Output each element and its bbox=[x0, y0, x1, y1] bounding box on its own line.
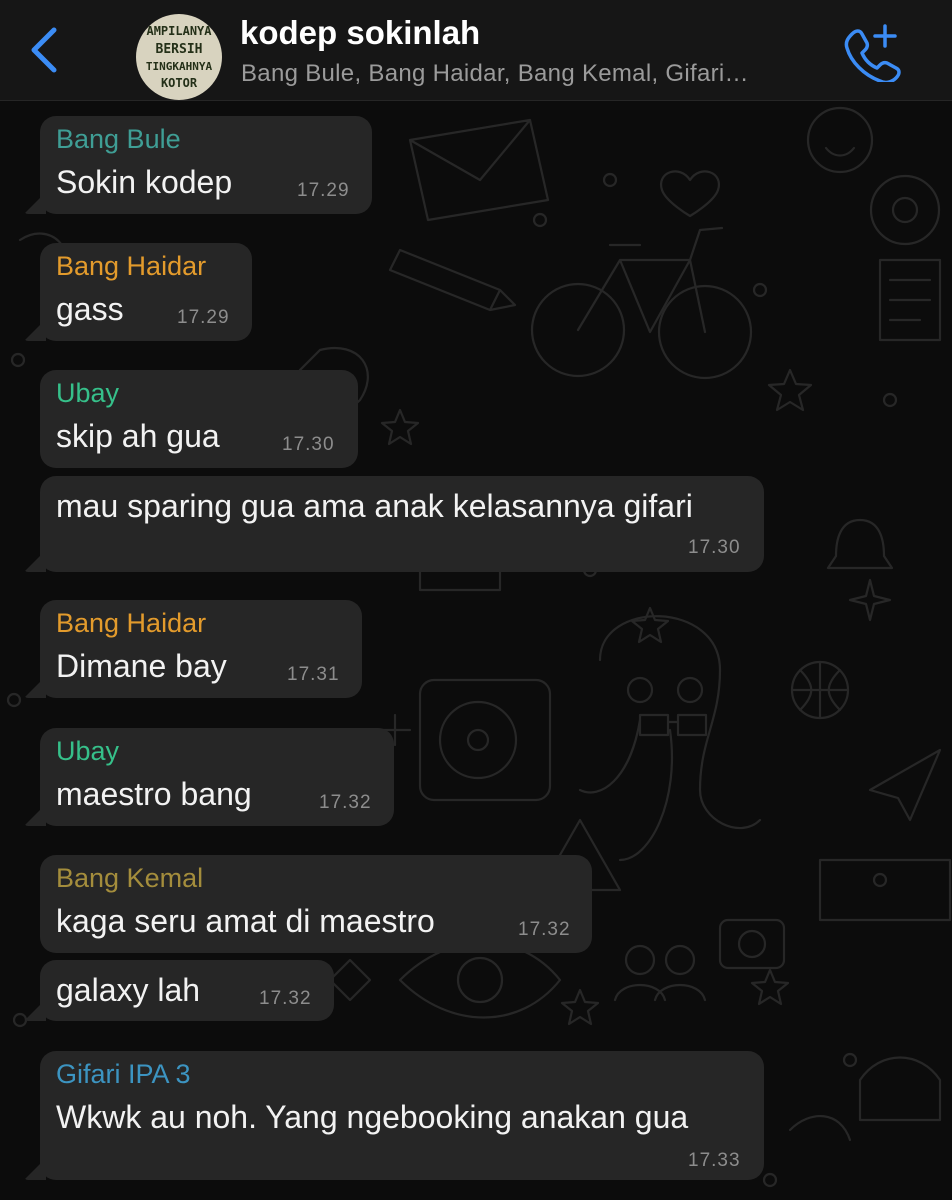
message-bubble[interactable]: Ubay skip ah gua 17.30 bbox=[40, 370, 358, 468]
message-bubble[interactable]: Bang Kemal kaga seru amat di maestro 17.… bbox=[40, 855, 592, 953]
message-time: 17.32 bbox=[319, 792, 372, 813]
avatar-text-line: BERSIH bbox=[155, 42, 203, 57]
message-bubble[interactable]: Bang Bule Sokin kodep 17.29 bbox=[40, 116, 372, 214]
message-time: 17.33 bbox=[688, 1150, 741, 1171]
chat-header: AMPILANYA BERSIH TINGKAHNYA KOTOR kodep … bbox=[0, 0, 952, 101]
message-time: 17.30 bbox=[688, 537, 741, 558]
message-sender: Ubay bbox=[56, 736, 120, 766]
message-sender: Ubay bbox=[56, 378, 120, 408]
chat-title[interactable]: kodep sokinlah bbox=[240, 14, 480, 52]
message-sender: Bang Haidar bbox=[56, 251, 207, 281]
message-bubble[interactable]: Bang Haidar Dimane bay 17.31 bbox=[40, 600, 362, 698]
message-sender: Bang Kemal bbox=[56, 863, 204, 893]
message-time: 17.32 bbox=[259, 988, 312, 1009]
message-bubble[interactable]: Ubay maestro bang 17.32 bbox=[40, 728, 394, 826]
message-bubble[interactable]: mau sparing gua ama anak kelasannya gifa… bbox=[40, 476, 764, 572]
avatar-text-line: AMPILANYA bbox=[146, 24, 212, 38]
message-time: 17.32 bbox=[518, 919, 571, 940]
avatar-text-line: TINGKAHNYA bbox=[145, 60, 213, 73]
message-bubble[interactable]: galaxy lah 17.32 bbox=[40, 960, 334, 1021]
group-avatar[interactable]: AMPILANYA BERSIH TINGKAHNYA KOTOR bbox=[136, 14, 222, 100]
message-time: 17.29 bbox=[177, 307, 230, 328]
message-sender: Bang Bule bbox=[56, 124, 181, 154]
message-time: 17.29 bbox=[297, 180, 350, 201]
message-text: gass bbox=[56, 291, 124, 327]
message-sender: Gifari IPA 3 bbox=[56, 1059, 191, 1089]
message-bubble[interactable]: Gifari IPA 3 Wkwk au noh. Yang ngebookin… bbox=[40, 1051, 764, 1180]
message-text: skip ah gua bbox=[56, 418, 220, 454]
add-call-button[interactable] bbox=[842, 22, 902, 85]
message-text: Wkwk au noh. Yang ngebooking anakan gua bbox=[56, 1099, 689, 1135]
message-text: galaxy lah bbox=[56, 972, 201, 1008]
group-members[interactable]: Bang Bule, Bang Haidar, Bang Kemal, Gifa… bbox=[241, 60, 821, 88]
message-text: mau sparing gua ama anak kelasannya gifa… bbox=[56, 488, 693, 524]
chevron-left-icon bbox=[31, 27, 57, 73]
message-text: maestro bang bbox=[56, 776, 252, 812]
message-time: 17.31 bbox=[287, 664, 340, 685]
avatar-text-line: KOTOR bbox=[160, 76, 198, 90]
phone-add-icon bbox=[844, 24, 901, 85]
message-time: 17.30 bbox=[282, 434, 335, 455]
message-text: kaga seru amat di maestro bbox=[56, 903, 435, 939]
message-text: Dimane bay bbox=[56, 648, 227, 684]
back-button[interactable] bbox=[22, 22, 70, 78]
message-sender: Bang Haidar bbox=[56, 608, 207, 638]
message-text: Sokin kodep bbox=[56, 164, 233, 200]
message-bubble[interactable]: Bang Haidar gass 17.29 bbox=[40, 243, 252, 341]
chat-screen: AMPILANYA BERSIH TINGKAHNYA KOTOR kodep … bbox=[0, 0, 952, 1200]
